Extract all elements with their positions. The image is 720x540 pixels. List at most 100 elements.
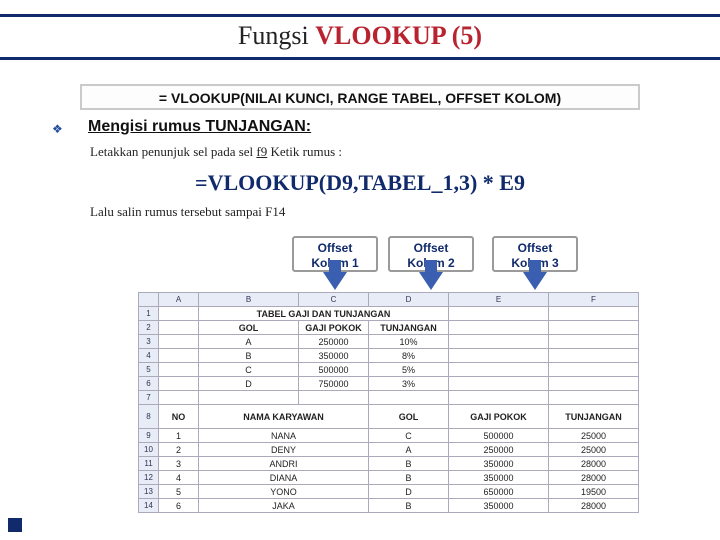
cell: DIANA [199, 471, 369, 485]
offset-2-a: Offset [414, 241, 449, 255]
row-hdr: 9 [139, 429, 159, 443]
cell: B [199, 349, 299, 363]
offset-1-a: Offset [318, 241, 353, 255]
corner-cell [139, 293, 159, 307]
cell: 4 [159, 471, 199, 485]
cell: GOL [199, 321, 299, 335]
cell: 28000 [549, 471, 639, 485]
instr-cell-ref: f9 [256, 144, 267, 159]
row-hdr: 4 [139, 349, 159, 363]
cell: 6 [159, 499, 199, 513]
row-hdr: 14 [139, 499, 159, 513]
syntax-box: = VLOOKUP(NILAI KUNCI, RANGE TABEL, OFFS… [80, 84, 640, 110]
instr-text-a: Letakkan penunjuk sel pada sel [90, 144, 256, 159]
cell: 28000 [549, 499, 639, 513]
bullet-icon: ❖ [52, 122, 63, 137]
row-hdr: 5 [139, 363, 159, 377]
cell: 500000 [299, 363, 369, 377]
row-hdr: 11 [139, 457, 159, 471]
col-hdr: D [369, 293, 449, 307]
cell: 350000 [449, 499, 549, 513]
arrow-down-icon [419, 272, 443, 290]
cell: 25000 [549, 443, 639, 457]
row-hdr: 8 [139, 405, 159, 429]
table-row: 2 GOL GAJI POKOK TUNJANGAN [139, 321, 639, 335]
row-hdr: 7 [139, 391, 159, 405]
cell: B [369, 457, 449, 471]
cell: JAKA [199, 499, 369, 513]
offset-3-a: Offset [518, 241, 553, 255]
cell: 750000 [299, 377, 369, 391]
arrow-down-icon [323, 272, 347, 290]
table-row: 11 3 ANDRI B 350000 28000 [139, 457, 639, 471]
cell: D [199, 377, 299, 391]
cell: A [369, 443, 449, 457]
section-heading: Mengisi rumus TUNJANGAN: [88, 118, 311, 136]
table-title-cell: TABEL GAJI DAN TUNJANGAN [199, 307, 449, 321]
cell: B [369, 499, 449, 513]
cell: B [369, 471, 449, 485]
table-row: 1 TABEL GAJI DAN TUNJANGAN [139, 307, 639, 321]
cell: 3% [369, 377, 449, 391]
col-hdr: A [159, 293, 199, 307]
cell: 350000 [449, 457, 549, 471]
cell: DENY [199, 443, 369, 457]
cell: 250000 [449, 443, 549, 457]
cell: 25000 [549, 429, 639, 443]
cell: 10% [369, 335, 449, 349]
table-row: 5 C 500000 5% [139, 363, 639, 377]
cell: C [369, 429, 449, 443]
cell: D [369, 485, 449, 499]
cell: 2 [159, 443, 199, 457]
cell: ANDRI [199, 457, 369, 471]
row-hdr: 3 [139, 335, 159, 349]
table-row: 6 D 750000 3% [139, 377, 639, 391]
col-hdr: B [199, 293, 299, 307]
instr-text-b: Ketik rumus : [267, 144, 342, 159]
title-prefix: Fungsi [238, 21, 315, 50]
corner-decoration [8, 518, 22, 532]
row-hdr: 13 [139, 485, 159, 499]
cell: C [199, 363, 299, 377]
table-row: 13 5 YONO D 650000 19500 [139, 485, 639, 499]
table-row: 8 NO NAMA KARYAWAN GOL GAJI POKOK TUNJAN… [139, 405, 639, 429]
cell: 650000 [449, 485, 549, 499]
cell: NO [159, 405, 199, 429]
col-hdr: E [449, 293, 549, 307]
cell: TUNJANGAN [369, 321, 449, 335]
cell: TUNJANGAN [549, 405, 639, 429]
arrow-down-icon [523, 272, 547, 290]
cell: 3 [159, 457, 199, 471]
col-hdr: F [549, 293, 639, 307]
cell: 350000 [299, 349, 369, 363]
cell: 250000 [299, 335, 369, 349]
title-main: VLOOKUP (5) [315, 21, 482, 50]
cell: A [199, 335, 299, 349]
row-hdr: 12 [139, 471, 159, 485]
cell: GOL [369, 405, 449, 429]
spreadsheet-table: A B C D E F 1 TABEL GAJI DAN TUNJANGAN 2… [138, 292, 639, 513]
table-row: 9 1 NANA C 500000 25000 [139, 429, 639, 443]
col-hdr: C [299, 293, 369, 307]
instruction-line-2: Lalu salin rumus tersebut sampai F14 [90, 204, 285, 220]
cell: YONO [199, 485, 369, 499]
row-hdr: 6 [139, 377, 159, 391]
row-hdr: 10 [139, 443, 159, 457]
spreadsheet-preview: A B C D E F 1 TABEL GAJI DAN TUNJANGAN 2… [138, 292, 638, 513]
table-row: 7 [139, 391, 639, 405]
table-row: 3 A 250000 10% [139, 335, 639, 349]
table-row: 14 6 JAKA B 350000 28000 [139, 499, 639, 513]
cell: NAMA KARYAWAN [199, 405, 369, 429]
row-hdr: 1 [139, 307, 159, 321]
formula-display: =VLOOKUP(D9,TABEL_1,3) * E9 [0, 170, 720, 196]
table-row: 10 2 DENY A 250000 25000 [139, 443, 639, 457]
cell: 5 [159, 485, 199, 499]
cell: 5% [369, 363, 449, 377]
title-band: Fungsi VLOOKUP (5) [0, 14, 720, 60]
cell: 350000 [449, 471, 549, 485]
row-hdr: 2 [139, 321, 159, 335]
table-row: 4 B 350000 8% [139, 349, 639, 363]
cell: NANA [199, 429, 369, 443]
cell: GAJI POKOK [299, 321, 369, 335]
cell: 8% [369, 349, 449, 363]
